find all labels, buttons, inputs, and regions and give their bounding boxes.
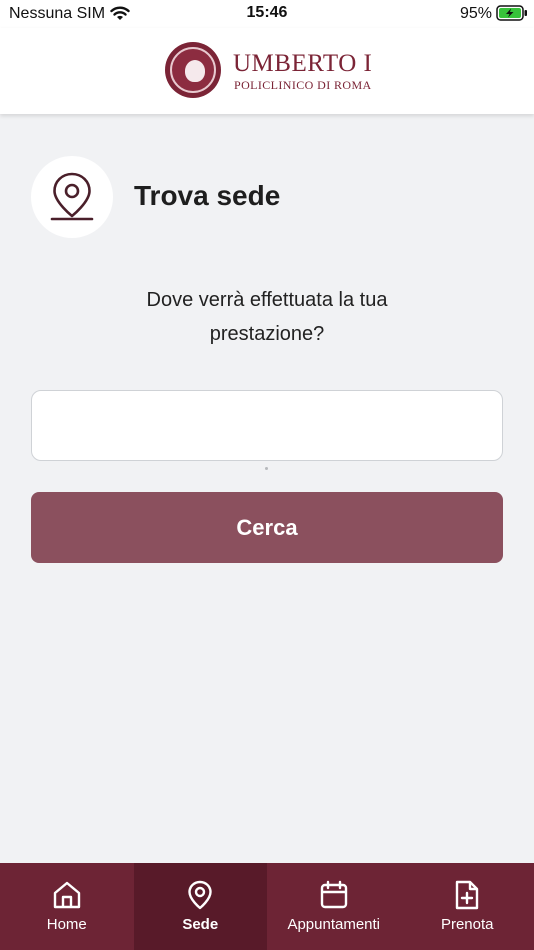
page-title: Trova sede <box>134 180 281 211</box>
home-icon <box>53 881 80 909</box>
page-icon-badge <box>31 156 113 238</box>
tab-sede-label: Sede <box>182 916 219 933</box>
tab-appuntamenti-label: Appuntamenti <box>287 916 381 933</box>
calendar-icon <box>320 880 347 909</box>
logo-seal-ring <box>170 47 216 93</box>
map-pin-icon <box>50 172 94 221</box>
tab-prenota[interactable]: Prenota <box>401 863 534 950</box>
logo-subtitle: POLICLINICO DI ROMA <box>234 78 372 92</box>
location-search-input[interactable] <box>31 390 503 461</box>
search-button[interactable]: Cerca <box>31 492 503 563</box>
tab-appuntamenti[interactable]: Appuntamenti <box>267 863 401 950</box>
map-pin-icon <box>188 880 212 910</box>
battery-percentage: 95% <box>459 5 492 22</box>
battery-charging-icon <box>496 5 528 26</box>
file-plus-icon <box>456 880 479 910</box>
clock: 15:46 <box>246 4 288 21</box>
app-header: UMBERTO I POLICLINICO DI ROMA <box>0 28 534 114</box>
tab-sede[interactable]: Sede <box>133 863 267 950</box>
input-indicator-dot <box>265 467 268 470</box>
medusa-emblem-icon <box>185 60 205 82</box>
location-question: Dove verrà effettuata la tua prestazione… <box>146 289 388 345</box>
bottom-tab-bar: Home Sede Appuntamenti Prenota <box>0 863 534 950</box>
hospital-logo-seal <box>165 42 221 98</box>
tab-home-label: Home <box>46 916 87 933</box>
logo-title: UMBERTO I <box>233 50 373 77</box>
tab-home[interactable]: Home <box>0 863 134 950</box>
status-bar: Nessuna SIM 15:46 95% <box>0 0 534 28</box>
tab-prenota-label: Prenota <box>440 916 494 933</box>
